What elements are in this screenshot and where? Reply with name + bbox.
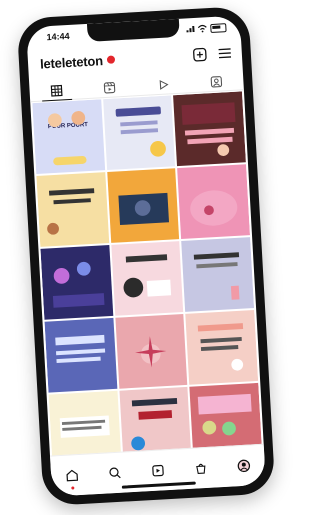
plus-square-icon <box>192 47 207 62</box>
post-tile[interactable] <box>110 241 184 316</box>
profile-header: leteleteton <box>39 42 232 75</box>
menu-button[interactable] <box>216 45 232 61</box>
app-screen: 14:44 leteleteton POUR POURT <box>26 15 266 497</box>
tab-reels[interactable] <box>94 78 125 98</box>
post-tile[interactable] <box>106 168 180 243</box>
posts-grid: POUR POURT <box>32 91 262 457</box>
username[interactable]: leteleteton <box>40 53 104 71</box>
post-tile[interactable] <box>102 95 176 171</box>
post-tile[interactable] <box>173 91 246 167</box>
grid-icon <box>50 84 63 97</box>
nav-shop[interactable] <box>190 458 211 479</box>
post-tile[interactable] <box>181 237 255 312</box>
tab-grid[interactable] <box>40 80 72 102</box>
phone-notch <box>86 18 180 42</box>
nav-search[interactable] <box>105 463 126 484</box>
post-tile[interactable]: POUR POURT <box>32 99 105 174</box>
shop-icon <box>195 463 206 475</box>
post-tile[interactable] <box>119 386 192 457</box>
play-icon <box>159 80 169 90</box>
create-post-button[interactable] <box>191 47 207 63</box>
nav-home[interactable] <box>62 465 83 490</box>
wifi-icon <box>197 24 207 33</box>
status-icons <box>186 22 227 34</box>
reels-icon <box>152 464 164 477</box>
home-active-dot <box>71 486 75 490</box>
battery-icon <box>210 22 227 33</box>
reels-icon <box>104 82 116 94</box>
status-time: 14:44 <box>46 30 70 43</box>
post-tile[interactable] <box>177 164 250 239</box>
post-tile[interactable] <box>115 313 188 389</box>
home-icon <box>66 469 79 482</box>
post-tile[interactable] <box>40 245 113 320</box>
post-tile[interactable] <box>185 310 259 385</box>
tagged-icon <box>210 76 223 88</box>
header-actions <box>191 45 232 62</box>
profile-icon <box>237 459 250 473</box>
username-wrap[interactable]: leteleteton <box>40 52 116 71</box>
post-tile[interactable] <box>48 390 122 457</box>
hamburger-menu-icon <box>218 48 231 59</box>
signal-icon <box>186 25 195 33</box>
nav-profile[interactable] <box>233 455 254 476</box>
nav-reels[interactable] <box>147 460 168 481</box>
search-icon <box>109 467 121 479</box>
tab-videos[interactable] <box>148 75 179 95</box>
post-tile[interactable] <box>44 317 118 393</box>
tab-tagged[interactable] <box>201 72 232 92</box>
notification-dot-icon <box>106 55 116 64</box>
phone-frame: 14:44 leteleteton POUR POURT <box>16 5 276 507</box>
post-tile[interactable] <box>36 172 109 247</box>
